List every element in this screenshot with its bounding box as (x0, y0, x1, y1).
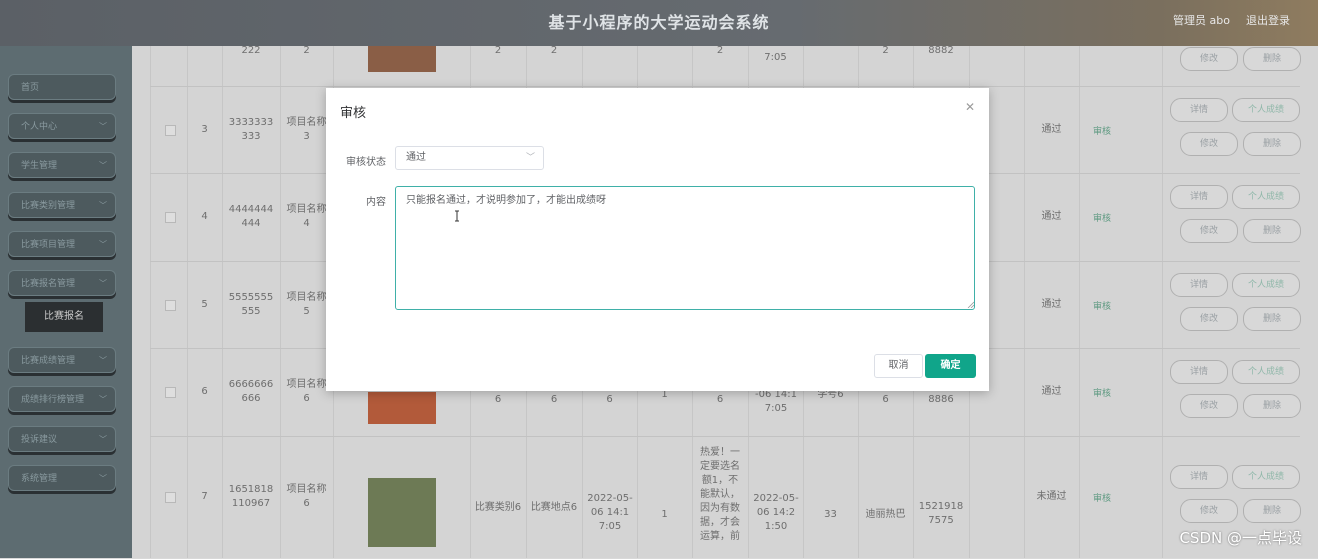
resize-handle-icon[interactable] (967, 301, 974, 308)
confirm-button[interactable]: 确定 (925, 354, 976, 378)
audit-dialog: 审核 ✕ 审核状态 通过 ﹀ 内容 只能报名通过，才说明参加了，才能出成绩呀 取… (326, 88, 989, 391)
close-icon[interactable]: ✕ (965, 100, 975, 114)
cancel-button[interactable]: 取消 (874, 354, 923, 378)
status-select-value: 通过 (406, 152, 426, 163)
status-select[interactable]: 通过 ﹀ (395, 146, 544, 170)
status-label: 审核状态 (346, 157, 386, 168)
text-cursor-icon (455, 210, 459, 222)
dialog-title: 审核 (340, 106, 367, 121)
chevron-down-icon: ﹀ (525, 153, 535, 163)
watermark: CSDN @一点毕设 (1179, 529, 1302, 547)
content-label: 内容 (366, 197, 386, 208)
content-textarea[interactable]: 只能报名通过，才说明参加了，才能出成绩呀 (395, 186, 975, 310)
